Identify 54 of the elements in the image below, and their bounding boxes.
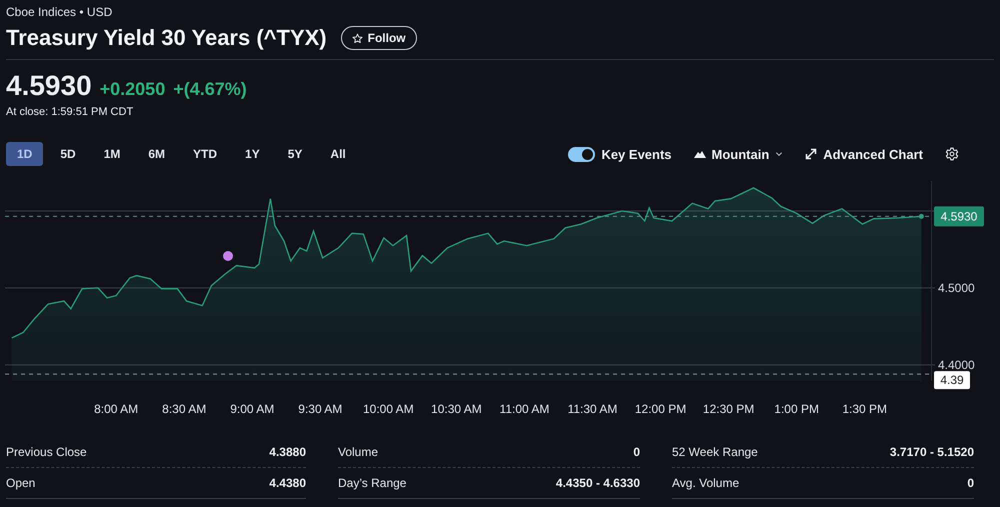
range-tab[interactable]: 5D <box>49 142 87 166</box>
percent-change: +(4.67%) <box>173 79 247 100</box>
axis-label: 1:00 PM <box>774 402 819 416</box>
axis-label: 4.5000 <box>938 280 975 295</box>
stat-label: 52 Week Range <box>672 445 758 459</box>
axis-label: 1:30 PM <box>842 402 888 416</box>
range-tab[interactable]: 1M <box>92 142 132 166</box>
price: 4.5930 <box>6 70 92 102</box>
axis-label: 11:30 AM <box>568 402 618 416</box>
stat-value: 0 <box>967 476 974 490</box>
range-tab[interactable]: All <box>319 142 357 166</box>
exchange-label: Cboe Indices • USD <box>6 5 112 19</box>
price-change: +0.2050 <box>100 79 166 100</box>
follow-button[interactable]: Follow <box>340 26 417 50</box>
axis-label: 9:30 AM <box>298 402 342 416</box>
axis-label: 9:00 AM <box>230 402 274 416</box>
advanced-chart-button[interactable]: Advanced Chart <box>805 146 923 162</box>
range-tab[interactable]: 1Y <box>234 142 271 166</box>
close-time: At close: 1:59:51 PM CDT <box>6 106 134 118</box>
axis-label: 12:00 PM <box>634 402 686 416</box>
stat-label: Volume <box>338 445 378 459</box>
price-badge: 4.5930 <box>934 206 984 226</box>
price-badge: 4.39 <box>934 371 970 390</box>
stat-value: 3.7170 - 5.1520 <box>890 445 974 459</box>
range-tab[interactable]: 6M <box>137 142 176 166</box>
range-tab[interactable]: 5Y <box>276 142 314 166</box>
stat-value: 4.4380 <box>269 476 306 490</box>
ref-line-label: 4.5930 <box>940 209 978 224</box>
axis-label: 4.4000 <box>938 358 975 372</box>
stat-label: Open <box>6 476 36 490</box>
stat-value: 4.4350 - 4.6330 <box>556 476 640 490</box>
key-events-label: Key Events <box>601 146 672 162</box>
expand-icon <box>805 148 818 160</box>
stat-label: Previous Close <box>6 445 87 459</box>
stat-label: Day’s Range <box>338 476 406 490</box>
axis-label: 10:00 AM <box>363 402 414 416</box>
axis-label: 12:30 PM <box>702 402 754 416</box>
stat-value: 0 <box>633 445 640 459</box>
star-icon <box>352 32 363 44</box>
range-tab[interactable]: 1D <box>6 142 44 166</box>
range-tab[interactable]: YTD <box>182 142 228 166</box>
stat-label: Avg. Volume <box>672 476 740 490</box>
axis-label: 10:30 AM <box>431 402 482 416</box>
last-point-dot <box>918 214 924 219</box>
axis-label: 8:30 AM <box>162 402 206 416</box>
axis-label: 8:00 AM <box>94 402 138 416</box>
axis-label: 11:00 AM <box>500 402 550 416</box>
settings-icon[interactable] <box>945 147 959 161</box>
chart-type-dropdown[interactable]: Mountain <box>694 146 784 162</box>
page-title: Treasury Yield 30 Years (^TYX) <box>6 25 327 51</box>
stat-value: 4.3880 <box>269 445 306 459</box>
ref-line-label: 4.39 <box>940 373 964 388</box>
event-dot[interactable] <box>223 251 233 261</box>
key-events-toggle[interactable] <box>568 146 596 162</box>
